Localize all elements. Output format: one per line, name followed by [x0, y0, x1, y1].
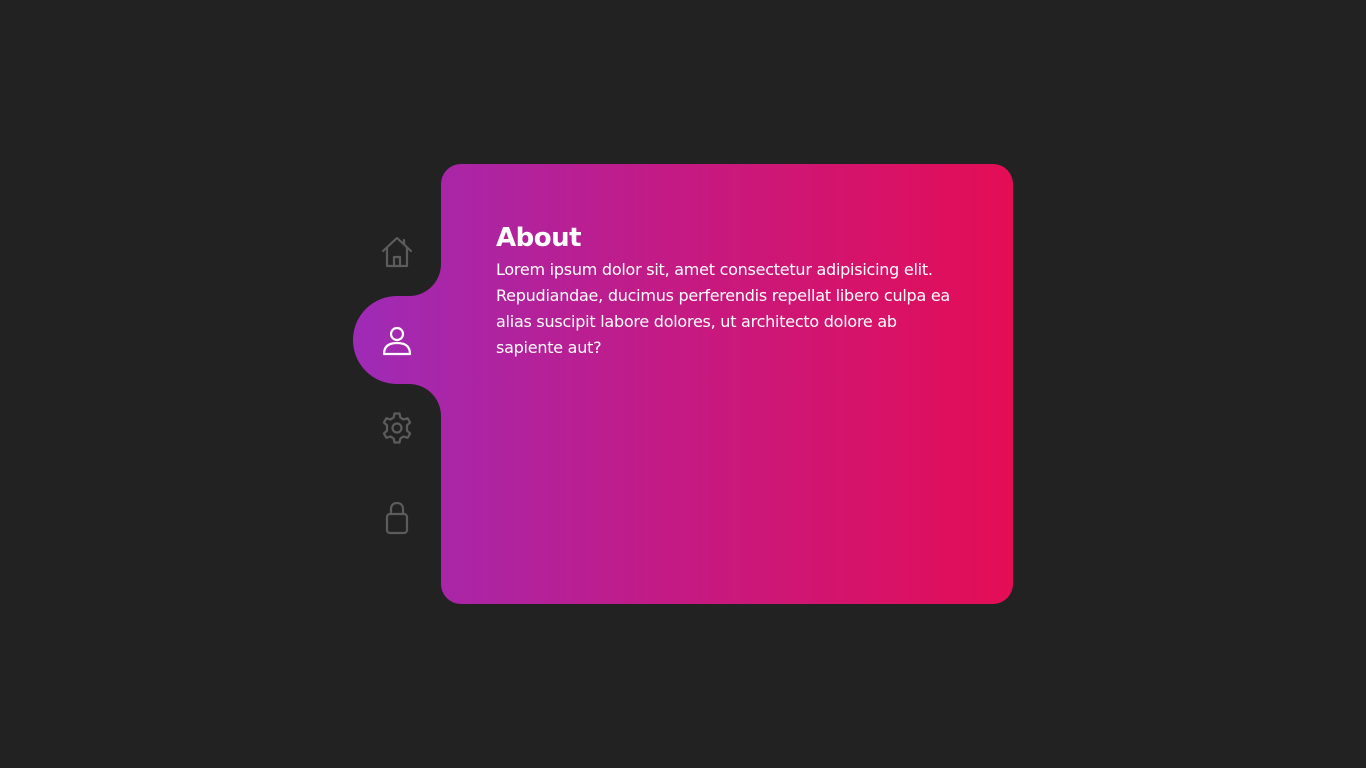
nav-item-home[interactable] — [377, 232, 417, 272]
nav-item-settings[interactable] — [377, 408, 417, 448]
user-icon — [382, 326, 412, 356]
panel-body-text: Lorem ipsum dolor sit, amet consectetur … — [496, 260, 950, 357]
app-stage: About Lorem ipsum dolor sit, amet consec… — [0, 0, 1366, 768]
panel-content: About Lorem ipsum dolor sit, amet consec… — [496, 220, 966, 361]
nav-item-security[interactable] — [377, 497, 417, 537]
panel-title: About — [496, 223, 582, 253]
nav-item-profile[interactable] — [377, 320, 417, 360]
gear-icon — [382, 412, 412, 444]
home-icon — [381, 236, 413, 268]
lock-icon — [385, 501, 409, 535]
